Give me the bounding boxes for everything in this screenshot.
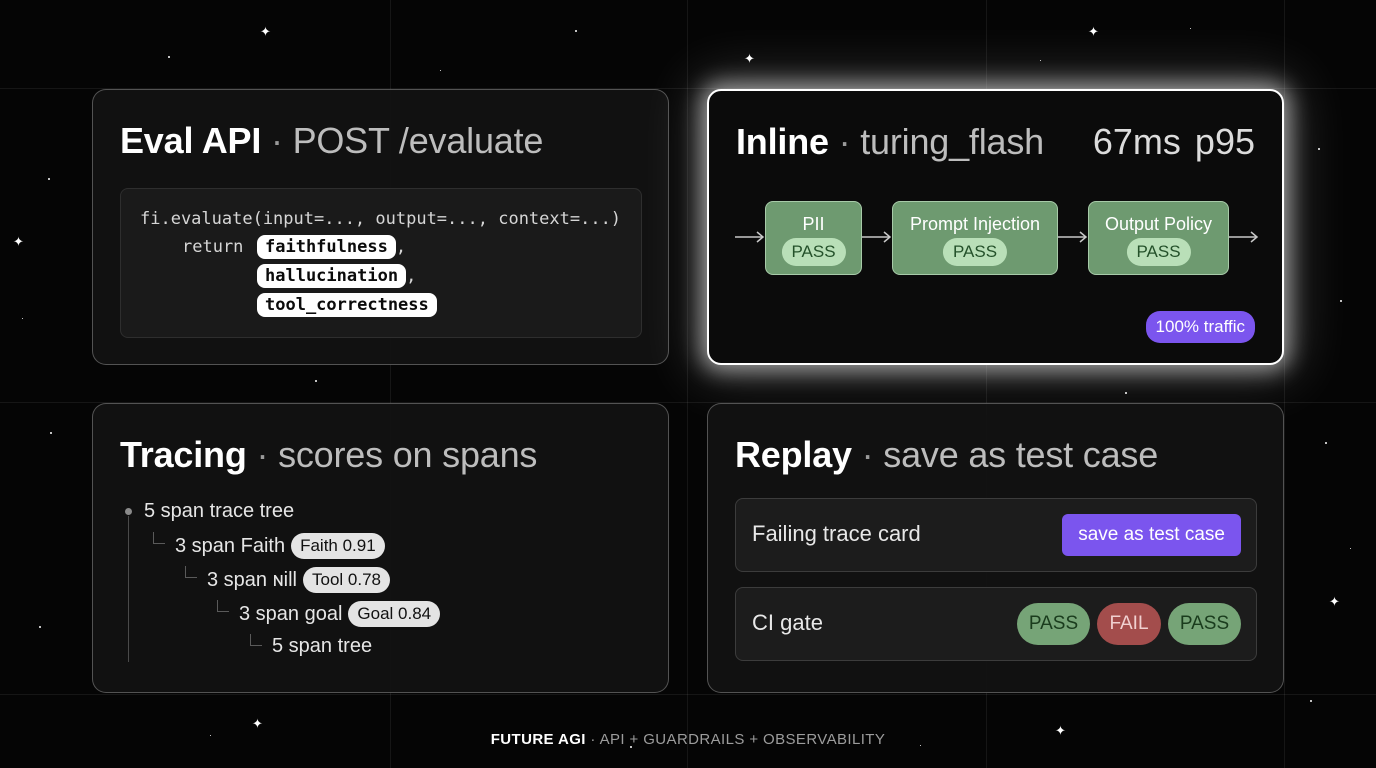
stage-status-badge: PASS (1126, 238, 1191, 266)
metric-pill-tool-correctness: tool_correctness (257, 293, 437, 317)
card-title-main: Eval API (120, 120, 262, 161)
grid-line (0, 694, 1376, 695)
span-node: 5 span trace tree (144, 500, 294, 523)
title-separator: · (861, 434, 874, 475)
eval-api-card: Eval API · POST /evaluate fi.evaluate(in… (92, 89, 669, 365)
flow-arrow (1058, 231, 1088, 243)
tree-branch (250, 634, 262, 646)
card-title-sub: save as test case (883, 434, 1159, 475)
code-keyword-return: return (182, 237, 244, 257)
tree-trunk (128, 516, 129, 662)
grid-line (1284, 0, 1285, 768)
span-node: 3 span goal Goal 0.84 (239, 601, 441, 627)
grid-line (687, 0, 688, 768)
metric-row: hallucination, (257, 264, 416, 288)
stage-status-badge: PASS (781, 238, 846, 266)
metric-pill-hallucination: hallucination (257, 264, 407, 288)
failing-trace-card: Failing trace card save as test case (735, 498, 1257, 572)
tree-branch (217, 600, 229, 612)
inline-title: Inline · turing_flash (736, 121, 1044, 163)
ci-result-badge: PASS (1168, 603, 1241, 645)
title-separator: · (256, 434, 269, 475)
tree-root-dot (125, 508, 132, 515)
brand-name: FUTURE AGI (490, 731, 586, 748)
span-node: 3 span Faith Faith 0.91 (175, 533, 385, 559)
span-label: 3 span goal (239, 603, 343, 625)
span-label: 3 span ɴill (207, 569, 297, 591)
tree-branch (153, 532, 165, 544)
stage-pii: PII PASS (765, 201, 862, 275)
span-node: 5 span tree (272, 635, 372, 658)
card-title-main: Inline (736, 121, 829, 162)
code-snippet: fi.evaluate(input=..., output=..., conte… (120, 188, 642, 338)
latency-readout: 67ms p95 (1093, 121, 1255, 163)
flow-arrow (862, 231, 892, 243)
metric-pill-faithfulness: faithfulness (257, 235, 396, 259)
card-title-sub: POST /evaluate (292, 120, 544, 161)
footer-tagline: API + GUARDRAILS + OBSERVABILITY (599, 731, 886, 748)
footer: FUTURE AGI · API + GUARDRAILS + OBSERVAB… (0, 731, 1376, 748)
ci-result-badge: FAIL (1097, 603, 1161, 645)
stage-name: Output Policy (1104, 214, 1213, 234)
score-badge: Goal 0.84 (348, 601, 441, 627)
tracing-title: Tracing · scores on spans (120, 434, 537, 476)
score-badge: Tool 0.78 (303, 567, 390, 593)
eval-api-title: Eval API · POST /evaluate (120, 120, 543, 162)
code-line-call: fi.evaluate(input=..., output=..., conte… (140, 209, 622, 229)
span-label: 5 span trace tree (144, 500, 295, 522)
ci-gate-row: CI gate PASS FAIL PASS (735, 587, 1257, 661)
replay-card: Replay · save as test case Failing trace… (707, 403, 1284, 693)
metric-row: faithfulness, (257, 235, 406, 259)
flow-arrow (735, 231, 765, 243)
card-title-sub: turing_flash (860, 121, 1044, 162)
inline-guardrails-card: Inline · turing_flash 67ms p95 PII PASS P… (707, 89, 1284, 365)
tracing-card: Tracing · scores on spans 5 span trace t… (92, 403, 669, 693)
footer-separator: · (590, 731, 600, 748)
replay-title: Replay · save as test case (735, 434, 1158, 476)
card-title-main: Tracing (120, 434, 247, 475)
card-title-sub: scores on spans (278, 434, 538, 475)
ci-result-badge: PASS (1017, 603, 1090, 645)
span-label: 3 span Faith (175, 535, 286, 557)
stage-name: PII (802, 214, 825, 234)
span-label: 5 span tree (272, 635, 373, 657)
save-as-test-case-button[interactable]: save as test case (1062, 514, 1241, 556)
stage-output-policy: Output Policy PASS (1088, 201, 1229, 275)
card-title-main: Replay (735, 434, 852, 475)
latency-value: 67ms (1092, 121, 1181, 162)
span-node: 3 span ɴill Tool 0.78 (207, 567, 390, 593)
flow-arrow (1229, 231, 1259, 243)
stage-status-badge: PASS (942, 238, 1008, 266)
ci-gate-label: CI gate (752, 610, 823, 635)
title-separator: · (838, 121, 851, 162)
stage-prompt-injection: Prompt Injection PASS (892, 201, 1058, 275)
title-separator: · (270, 120, 283, 161)
metric-row: tool_correctness (257, 293, 437, 317)
stage-name: Prompt Injection (909, 214, 1041, 234)
score-badge: Faith 0.91 (291, 533, 385, 559)
tree-branch (185, 566, 197, 578)
traffic-badge: 100% traffic (1145, 311, 1255, 343)
failing-trace-label: Failing trace card (752, 521, 921, 546)
latency-stat: p95 (1194, 121, 1255, 162)
